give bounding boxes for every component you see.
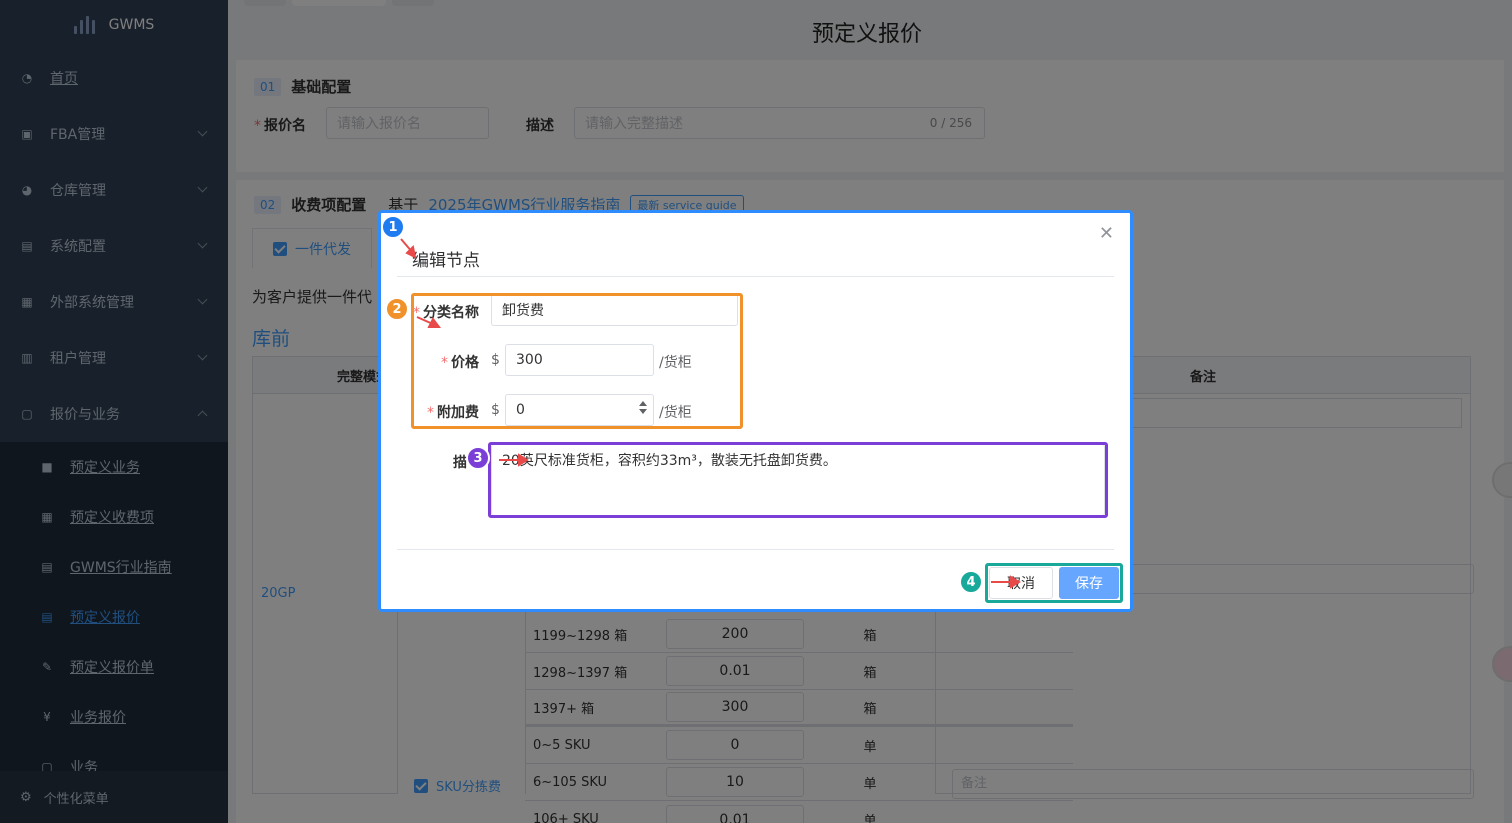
annotation-arrows: [400, 238, 1021, 589]
arrow-head-icon: [1010, 575, 1021, 589]
edit-node-dialog: 编辑节点 ✕ * 分类名称 卸货费 * 价格 $ 300 /货柜 * 附加费 $ 0 …: [378, 210, 1133, 612]
arrow-head-icon: [427, 317, 441, 328]
arrow-head-icon: [518, 453, 529, 467]
